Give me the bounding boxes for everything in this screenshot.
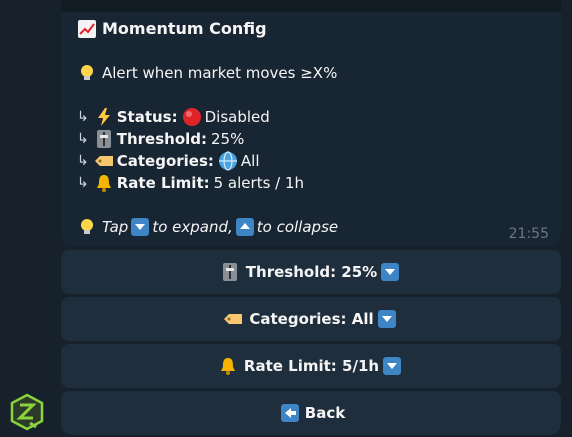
message-title-row: Momentum Config [77,19,267,39]
hint-collapse: to collapse [256,218,339,236]
rate-limit-button-label: Rate Limit: 5/1h [243,357,380,375]
subitem-arrow: ↳ [77,131,89,147]
chat-view: Momentum Config Alert when market moves … [0,0,572,437]
high-voltage-icon [97,108,110,126]
back-button[interactable]: Back [61,391,561,435]
subitem-arrow: ↳ [77,109,89,125]
down-arrow-button-icon [131,218,150,236]
rate-limit-button[interactable]: Rate Limit: 5/1h [61,344,561,388]
left-arrow-button-icon [280,404,299,422]
threshold-button[interactable]: Threshold: 25% [61,250,561,294]
previous-message-edge [61,0,561,12]
threshold-value: 25% [211,130,245,148]
rate-limit-label: Rate Limit: [116,174,210,192]
categories-label: Categories: [116,152,214,170]
status-row: ↳ Status: Disabled [77,107,270,127]
down-arrow-button-icon [377,310,396,328]
rate-limit-row: ↳ Rate Limit: 5 alerts / 1h [77,173,304,193]
hint-expand: to expand, [152,218,233,236]
control-knobs-icon [222,263,237,281]
control-knobs-icon [96,130,111,148]
light-bulb-icon [81,219,93,234]
status-label: Status: [116,108,178,126]
hint-row: Tap to expand, to collapse [77,217,338,237]
status-value: Disabled [204,108,270,126]
up-arrow-button-icon [235,218,254,236]
subitem-arrow: ↳ [77,153,89,169]
description-row: Alert when market moves ≥X% [77,63,337,83]
categories-button-label: Categories: All [249,310,374,328]
threshold-button-label: Threshold: 25% [245,263,378,281]
red-circle-icon [182,108,201,126]
back-button-label: Back [304,404,346,422]
message-time: 21:55 [508,226,549,242]
hint-tap: Tap [102,218,129,236]
message-bubble: Momentum Config Alert when market moves … [61,0,561,246]
threshold-row: ↳ Threshold: 25% [77,129,244,149]
chart-increasing-icon [78,20,96,38]
bell-icon [96,175,111,192]
down-arrow-button-icon [383,357,402,375]
bell-icon [220,358,235,375]
bot-avatar[interactable] [8,393,46,431]
categories-value: All [240,152,260,170]
threshold-label: Threshold: [116,130,208,148]
categories-button[interactable]: Categories: All [61,297,561,341]
down-arrow-button-icon [381,263,400,281]
message-title: Momentum Config [102,19,267,38]
light-bulb-icon [81,65,93,80]
subitem-arrow: ↳ [77,175,89,191]
categories-row: ↳ Categories: All [77,151,260,171]
rate-limit-value: 5 alerts / 1h [213,174,305,192]
description-text: Alert when market moves ≥X% [102,64,338,82]
label-tag-icon [224,314,243,324]
globe-icon [218,151,237,171]
label-tag-icon [94,156,113,166]
